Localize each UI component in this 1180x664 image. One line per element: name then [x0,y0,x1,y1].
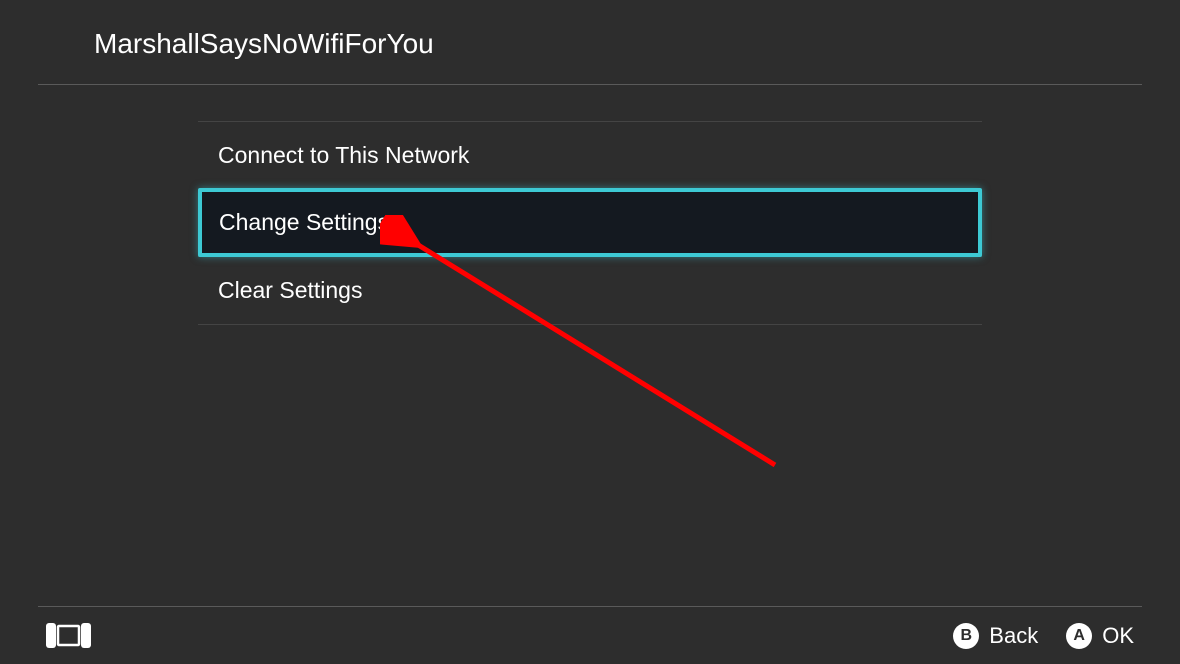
back-button[interactable]: B Back [953,623,1038,649]
page-title: MarshallSaysNoWifiForYou [94,28,1142,60]
menu-item-change-settings[interactable]: Change Settings [198,188,982,257]
ok-label: OK [1102,623,1134,649]
header: MarshallSaysNoWifiForYou [38,0,1142,85]
a-button-icon: A [1066,623,1092,649]
b-button-icon: B [953,623,979,649]
menu-item-clear-settings[interactable]: Clear Settings [198,256,982,325]
back-label: Back [989,623,1038,649]
footer-buttons: B Back A OK [953,623,1134,649]
menu-item-label: Connect to This Network [218,142,469,168]
menu-item-label: Clear Settings [218,277,362,303]
menu-list: Connect to This Network Change Settings … [0,121,1180,325]
menu-item-label: Change Settings [219,209,389,235]
menu-item-connect[interactable]: Connect to This Network [198,121,982,189]
ok-button[interactable]: A OK [1066,623,1134,649]
footer: B Back A OK [38,606,1142,664]
controller-icon [46,623,91,648]
